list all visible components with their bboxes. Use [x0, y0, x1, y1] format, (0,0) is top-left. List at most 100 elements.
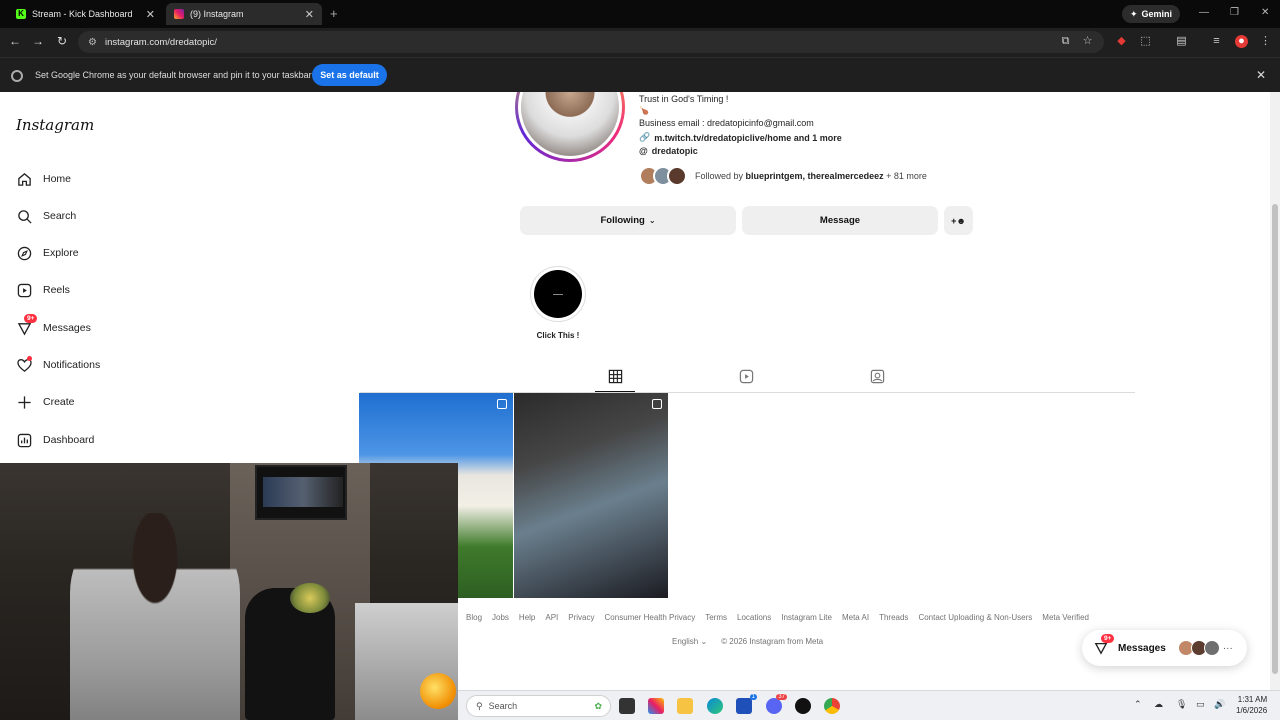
footer-link[interactable]: Jobs: [492, 613, 509, 622]
onedrive-icon[interactable]: ☁: [1154, 699, 1163, 710]
minimize-icon[interactable]: —: [1199, 7, 1209, 18]
sidebar-item-dashboard[interactable]: Dashboard: [16, 429, 94, 451]
sidebar-item-label: Home: [43, 173, 72, 185]
edge-icon[interactable]: [707, 698, 723, 714]
close-icon[interactable]: ✕: [1256, 68, 1266, 82]
address-bar[interactable]: ⚙ instagram.com/dredatopic/: [78, 31, 1104, 53]
site-info-icon[interactable]: ⚙: [88, 37, 97, 48]
carousel-icon: [652, 399, 662, 409]
infobar-message: Set Google Chrome as your default browse…: [35, 70, 312, 80]
forward-icon[interactable]: →: [30, 34, 46, 48]
tagged-icon[interactable]: [870, 369, 885, 384]
close-icon[interactable]: ✕: [146, 8, 155, 21]
footer-link[interactable]: Locations: [737, 613, 771, 622]
highlight-label: Click This !: [536, 331, 580, 340]
instagram-logo[interactable]: Instagram: [16, 116, 94, 134]
messages-floating-button[interactable]: 9+ Messages ···: [1082, 630, 1247, 666]
chrome-icon[interactable]: [824, 698, 840, 714]
footer-link[interactable]: Instagram Lite: [781, 613, 832, 622]
close-icon[interactable]: ✕: [305, 8, 314, 21]
message-button[interactable]: Message: [742, 206, 938, 235]
sidebar-item-reels[interactable]: Reels: [16, 279, 70, 301]
taskbar-search[interactable]: ⚲ Search ✿: [466, 695, 611, 717]
chrome-icon: [11, 70, 23, 82]
copilot-icon[interactable]: [648, 698, 664, 714]
grid-icon[interactable]: [608, 369, 623, 384]
post-thumbnail[interactable]: [514, 393, 668, 598]
gemini-button[interactable]: ✦ Gemini: [1122, 5, 1181, 23]
extension-icon[interactable]: ◆: [1115, 35, 1128, 48]
volume-icon[interactable]: 🔊: [1214, 699, 1225, 710]
microphone-icon[interactable]: 🎙: [1176, 699, 1187, 710]
footer-link[interactable]: Meta Verified: [1042, 613, 1089, 622]
media-controls-icon[interactable]: ≡: [1210, 35, 1223, 48]
tab-instagram[interactable]: (9) Instagram ✕: [166, 3, 322, 25]
sidebar-item-notifications[interactable]: Notifications: [16, 354, 100, 376]
language-label: English: [672, 637, 699, 646]
footer-link[interactable]: API: [545, 613, 558, 622]
reload-icon[interactable]: ↻: [54, 34, 70, 48]
sidebar-item-label: Explore: [43, 247, 79, 259]
chevron-up-icon[interactable]: ⌃: [1134, 699, 1142, 710]
story-highlight[interactable]: [530, 266, 586, 322]
bookmark-star-icon[interactable]: ☆: [1081, 35, 1094, 48]
mail-icon[interactable]: 1: [736, 694, 757, 714]
task-view-icon[interactable]: [619, 698, 635, 714]
display-icon[interactable]: ▭: [1196, 699, 1205, 710]
discord-icon[interactable]: 37: [766, 694, 787, 714]
bio-line: Trust in God's Timing !: [639, 94, 729, 104]
new-tab-button[interactable]: +: [330, 6, 338, 21]
back-icon[interactable]: ←: [7, 34, 23, 48]
sidebar-item-explore[interactable]: Explore: [16, 242, 79, 264]
plus-icon: [16, 394, 32, 410]
messenger-icon: 9+: [1094, 634, 1115, 655]
footer-link[interactable]: Threads: [879, 613, 908, 622]
obs-icon[interactable]: [795, 698, 811, 714]
home-icon: [16, 171, 32, 187]
tab-title: Stream - Kick Dashboard: [32, 9, 133, 19]
chevron-down-icon: ⌄: [648, 216, 656, 225]
active-tab-indicator: [595, 391, 635, 392]
suggested-users-button[interactable]: +☻: [944, 206, 973, 235]
reels-icon[interactable]: [739, 369, 754, 384]
install-app-icon[interactable]: ⧉: [1059, 35, 1072, 48]
scrollbar-thumb[interactable]: [1272, 204, 1278, 674]
profile-avatar[interactable]: [515, 92, 625, 162]
messages-label: Messages: [1118, 642, 1166, 654]
footer-link[interactable]: Terms: [705, 613, 727, 622]
tab-title: (9) Instagram: [190, 9, 244, 19]
footer-link[interactable]: Blog: [466, 613, 482, 622]
carousel-icon: [497, 399, 507, 409]
sidebar-item-create[interactable]: Create: [16, 391, 75, 413]
dashboard-icon: [16, 432, 32, 448]
system-clock[interactable]: 1:31 AM 1/6/2026: [1236, 694, 1267, 716]
profile-link[interactable]: 🔗 m.twitch.tv/dredatopiclive/home and 1 …: [639, 132, 842, 143]
followed-by-text: Followed by blueprintgem, therealmercede…: [695, 171, 927, 181]
footer-link[interactable]: Help: [519, 613, 535, 622]
set-as-default-button[interactable]: Set as default: [312, 64, 387, 86]
sidebar-item-search[interactable]: Search: [16, 205, 76, 227]
menu-kebab-icon[interactable]: ⋮: [1259, 35, 1272, 48]
footer-link[interactable]: Consumer Health Privacy: [605, 613, 696, 622]
restore-icon[interactable]: ❐: [1230, 7, 1239, 18]
footer-link[interactable]: Contact Uploading & Non-Users: [918, 613, 1032, 622]
sidebar-item-home[interactable]: Home: [16, 168, 71, 190]
taskbar-search-placeholder: Search: [488, 701, 518, 711]
window-close-icon[interactable]: ✕: [1261, 7, 1269, 18]
clock-time: 1:31 AM: [1237, 695, 1268, 704]
profile-avatar-icon[interactable]: ●: [1235, 35, 1248, 48]
extensions-puzzle-icon[interactable]: ⬚: [1139, 35, 1152, 48]
footer-link[interactable]: Privacy: [568, 613, 594, 622]
following-button[interactable]: Following ⌄: [520, 206, 736, 235]
tab-kick-dashboard[interactable]: K Stream - Kick Dashboard ✕: [8, 3, 163, 25]
followed-by[interactable]: Followed by blueprintgem, therealmercede…: [639, 166, 927, 186]
sidebar-item-messages[interactable]: 9+ Messages: [16, 314, 91, 339]
scrollbar[interactable]: [1270, 92, 1280, 690]
footer-link[interactable]: Meta AI: [842, 613, 869, 622]
reading-list-icon[interactable]: ▤: [1175, 35, 1188, 48]
language-select[interactable]: English ⌄: [672, 637, 707, 646]
webcam-ball: [420, 673, 456, 709]
file-explorer-icon[interactable]: [677, 698, 693, 714]
threads-link[interactable]: @ dredatopic: [639, 146, 698, 156]
add-person-icon: +☻: [951, 215, 966, 226]
